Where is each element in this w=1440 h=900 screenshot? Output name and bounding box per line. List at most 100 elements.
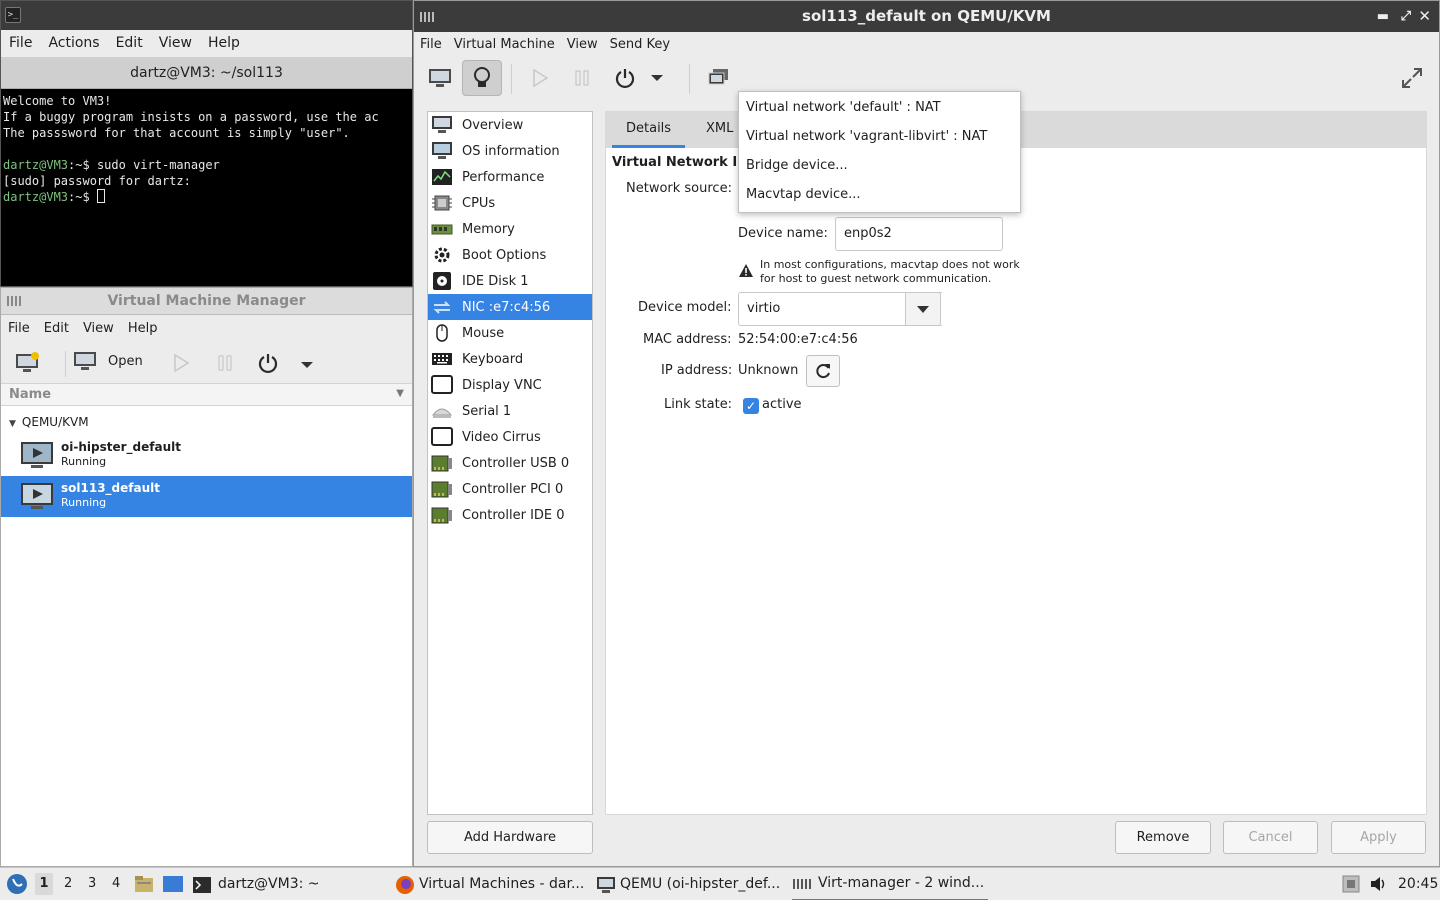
disk-icon xyxy=(431,271,453,291)
terminal-menubar: File Actions Edit View Help xyxy=(1,30,412,58)
tray-applet-icon[interactable] xyxy=(1342,875,1360,893)
snapshots-button[interactable] xyxy=(699,60,739,96)
vmm-menu-help[interactable]: Help xyxy=(121,315,165,342)
vmm-titlebar[interactable]: Virtual Machine Manager xyxy=(1,288,412,315)
clock[interactable]: 20:45 xyxy=(1398,876,1438,892)
link-state-value[interactable]: active xyxy=(762,397,802,412)
device-model-dropdown-button[interactable] xyxy=(905,292,941,326)
volume-icon[interactable] xyxy=(1369,875,1387,893)
workspace-1[interactable]: 1 xyxy=(35,873,53,895)
run-button[interactable] xyxy=(520,60,560,96)
network-option-macvtap[interactable]: Macvtap device... xyxy=(746,187,861,202)
link-state-checkbox[interactable]: ✓ xyxy=(743,398,759,414)
terminal-titlebar[interactable]: >_ xyxy=(1,1,412,30)
vm-list-item-selected[interactable]: sol113_default Running xyxy=(1,476,412,517)
details-menu-virtual-machine[interactable]: Virtual Machine xyxy=(448,32,561,58)
hw-item-overview[interactable]: Overview xyxy=(428,112,592,138)
shutdown-button[interactable] xyxy=(605,60,645,96)
hw-item-nic[interactable]: NIC :e7:c4:56 xyxy=(428,294,592,320)
new-vm-button[interactable] xyxy=(15,352,41,378)
shutdown-button[interactable] xyxy=(257,352,279,378)
hw-item-os-information[interactable]: OS information xyxy=(428,138,592,164)
vmm-menu-view[interactable]: View xyxy=(76,315,121,342)
vm-manager-window: Virtual Machine Manager File Edit View Help… xyxy=(0,287,413,867)
overview-icon xyxy=(431,115,453,135)
show-desktop-icon[interactable] xyxy=(162,875,184,893)
network-option-bridge[interactable]: Bridge device... xyxy=(746,158,848,173)
terminal-command: sudo virt-manager xyxy=(89,158,220,172)
task-terminal[interactable]: dartz@VM3: ~ xyxy=(192,868,320,900)
network-option-vagrant[interactable]: Virtual network 'vagrant-libvirt' : NAT xyxy=(746,129,987,144)
hw-item-controller-usb[interactable]: Controller USB 0 xyxy=(428,450,592,476)
expander-icon[interactable]: ▼ xyxy=(9,419,16,429)
maximize-icon[interactable]: ⤢ xyxy=(1401,1,1411,32)
details-menu-file[interactable]: File xyxy=(414,32,448,58)
refresh-ip-button[interactable] xyxy=(806,355,840,387)
terminal-menu-actions[interactable]: Actions xyxy=(40,30,107,57)
cancel-button[interactable]: Cancel xyxy=(1223,821,1318,854)
terminal-tab-title[interactable]: dartz@VM3: ~/sol113 xyxy=(1,58,412,89)
remove-button[interactable]: Remove xyxy=(1115,821,1211,854)
terminal-menu-help[interactable]: Help xyxy=(200,30,248,57)
vm-list-item[interactable]: oi-hipster_default Running xyxy=(1,435,412,476)
hw-item-serial[interactable]: Serial 1 xyxy=(428,398,592,424)
console-view-button[interactable] xyxy=(420,60,460,96)
vm-list-header[interactable]: Name ▼ xyxy=(1,384,412,406)
connection-group[interactable]: ▼ QEMU/KVM xyxy=(9,415,89,429)
hw-item-controller-ide[interactable]: Controller IDE 0 xyxy=(428,502,592,528)
chevron-down-icon xyxy=(651,75,663,81)
terminal-screen[interactable]: Welcome to VM3! If a buggy program insist… xyxy=(3,93,412,285)
details-menu-view[interactable]: View xyxy=(561,32,604,58)
hw-item-boot-options[interactable]: Boot Options xyxy=(428,242,592,268)
tab-details[interactable]: Details xyxy=(612,112,686,148)
device-name-input[interactable]: enp0s2 xyxy=(835,217,1003,251)
hw-item-performance[interactable]: Performance xyxy=(428,164,592,190)
fullscreen-button[interactable] xyxy=(1392,60,1432,96)
workspace-4[interactable]: 4 xyxy=(112,876,120,891)
details-menu-send-key[interactable]: Send Key xyxy=(604,32,676,58)
run-button[interactable] xyxy=(173,353,190,376)
hw-item-cpus[interactable]: CPUs xyxy=(428,190,592,216)
close-icon[interactable]: ✕ xyxy=(1418,1,1431,32)
workspace-3[interactable]: 3 xyxy=(88,876,96,891)
hw-item-display-vnc[interactable]: Display VNC xyxy=(428,372,592,398)
details-titlebar[interactable]: sol113_default on QEMU/KVM ▬ ⤢ ✕ xyxy=(414,1,1439,32)
apply-button[interactable]: Apply xyxy=(1331,821,1426,854)
workspace-2[interactable]: 2 xyxy=(64,876,72,891)
hw-item-memory[interactable]: Memory xyxy=(428,216,592,242)
add-hardware-button[interactable]: Add Hardware xyxy=(427,821,593,854)
terminal-menu-file[interactable]: File xyxy=(1,30,40,57)
network-option-default[interactable]: Virtual network 'default' : NAT xyxy=(746,100,941,115)
terminal-line: The passsword for that account is simply… xyxy=(3,126,350,140)
task-virt-manager[interactable]: Virt-manager - 2 wind... xyxy=(792,868,988,900)
pause-button[interactable] xyxy=(217,354,233,376)
shutdown-menu-button[interactable] xyxy=(300,358,314,373)
hw-item-video[interactable]: Video Cirrus xyxy=(428,424,592,450)
vm-running-icon xyxy=(21,483,53,509)
details-view-button[interactable] xyxy=(462,60,502,96)
lxqt-menu-icon[interactable] xyxy=(6,873,28,895)
sort-arrow-icon[interactable]: ▼ xyxy=(396,388,404,399)
task-firefox[interactable]: Virtual Machines - dar... xyxy=(395,868,584,900)
hw-item-keyboard[interactable]: Keyboard xyxy=(428,346,592,372)
prompt-user: dartz@VM3 xyxy=(3,158,69,172)
mac-address-label: MAC address: xyxy=(643,332,732,347)
prompt-user: dartz@VM3 xyxy=(3,190,69,204)
hw-item-controller-pci[interactable]: Controller PCI 0 xyxy=(428,476,592,502)
minimize-icon[interactable]: ▬ xyxy=(1377,1,1389,32)
shutdown-menu-button[interactable] xyxy=(644,60,670,96)
hw-item-ide-disk[interactable]: IDE Disk 1 xyxy=(428,268,592,294)
hw-item-label: Overview xyxy=(462,117,524,133)
terminal-app-icon: >_ xyxy=(5,7,21,23)
vmm-menu-file[interactable]: File xyxy=(1,315,37,342)
column-name-header[interactable]: Name xyxy=(9,387,51,402)
open-button[interactable]: Open xyxy=(73,350,143,372)
vmm-menu-edit[interactable]: Edit xyxy=(37,315,76,342)
task-qemu[interactable]: QEMU (oi-hipster_def... xyxy=(596,868,780,900)
pause-button[interactable] xyxy=(562,60,602,96)
display-icon xyxy=(431,375,453,395)
file-manager-icon[interactable] xyxy=(134,875,154,893)
terminal-menu-edit[interactable]: Edit xyxy=(108,30,151,57)
hw-item-mouse[interactable]: Mouse xyxy=(428,320,592,346)
terminal-menu-view[interactable]: View xyxy=(151,30,200,57)
